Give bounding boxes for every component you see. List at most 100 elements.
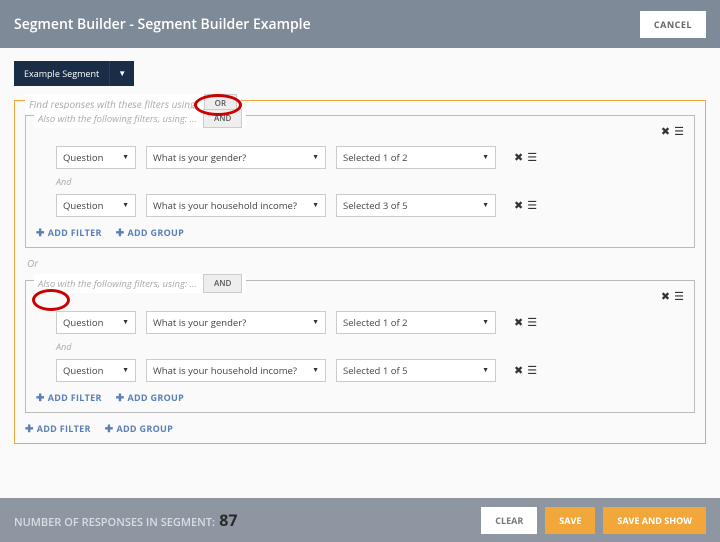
group-logic-toggle[interactable]: AND (203, 109, 242, 128)
cancel-button[interactable]: CANCEL (640, 11, 706, 38)
chevron-down-icon: ▼ (312, 201, 319, 210)
chevron-down-icon: ▼ (122, 318, 129, 327)
filter-value-text: Selected 1 of 2 (343, 151, 408, 164)
filter-question-value: What is your household income? (153, 199, 297, 212)
add-group-label: ADD GROUP (127, 391, 184, 404)
filter-value-text: Selected 3 of 5 (343, 199, 408, 212)
filter-value-select[interactable]: Selected 3 of 5▼ (336, 194, 496, 217)
chevron-down-icon: ▼ (482, 366, 489, 375)
group-controls: ✖ ☰ (661, 124, 684, 139)
chevron-down-icon: ▼ (312, 366, 319, 375)
footer: NUMBER OF RESPONSES IN SEGMENT: 87 CLEAR… (0, 498, 720, 542)
drag-row-icon[interactable]: ☰ (527, 363, 537, 378)
row-conjunction: And (56, 175, 684, 188)
filter-group: Also with the following filters, using: … (25, 280, 695, 413)
chevron-down-icon: ▼ (482, 153, 489, 162)
drag-group-icon[interactable]: ☰ (674, 124, 684, 139)
filter-question-value: What is your gender? (153, 316, 246, 329)
segment-bar: Example Segment ▼ (0, 48, 720, 94)
filter-question-select[interactable]: What is your gender? ▼ (146, 311, 326, 334)
chevron-down-icon: ▼ (122, 153, 129, 162)
add-group-link[interactable]: ✚ADD GROUP (116, 390, 184, 404)
drag-row-icon[interactable]: ☰ (527, 150, 537, 165)
row-controls: ✖ ☰ (514, 198, 537, 213)
footer-label: NUMBER OF RESPONSES IN SEGMENT: (14, 515, 215, 530)
plus-icon: ✚ (105, 421, 114, 435)
clear-button[interactable]: CLEAR (481, 507, 537, 534)
drag-row-icon[interactable]: ☰ (527, 315, 537, 330)
filter-question-select[interactable]: What is your household income? ▼ (146, 194, 326, 217)
filter-type-select[interactable]: Question ▼ (56, 359, 136, 382)
add-filter-link[interactable]: ✚ADD FILTER (25, 421, 91, 435)
add-filter-label: ADD FILTER (37, 422, 91, 435)
group-add-links: ✚ADD FILTER ✚ADD GROUP (36, 390, 684, 404)
chevron-down-icon: ▼ (312, 153, 319, 162)
header: Segment Builder - Segment Builder Exampl… (0, 0, 720, 48)
filter-row: Question ▼ What is your gender?▼ Selected… (56, 146, 684, 169)
plus-icon: ✚ (116, 390, 125, 404)
chevron-down-icon: ▼ (482, 318, 489, 327)
remove-group-icon[interactable]: ✖ (661, 289, 670, 304)
filter-type-value: Question (63, 316, 103, 329)
add-filter-link[interactable]: ✚ADD FILTER (36, 225, 102, 239)
filter-type-value: Question (63, 151, 103, 164)
add-filter-link[interactable]: ✚ADD FILTER (36, 390, 102, 404)
plus-icon: ✚ (36, 225, 45, 239)
add-group-label: ADD GROUP (127, 226, 184, 239)
filter-type-value: Question (63, 199, 103, 212)
segment-dropdown-caret[interactable]: ▼ (109, 61, 134, 86)
remove-row-icon[interactable]: ✖ (514, 150, 523, 165)
inner-legend-text: Also with the following filters, using: … (38, 112, 197, 125)
drag-row-icon[interactable]: ☰ (527, 198, 537, 213)
add-group-link[interactable]: ✚ADD GROUP (105, 421, 173, 435)
outer-filter-panel: Find responses with these filters using:… (14, 100, 706, 444)
add-filter-label: ADD FILTER (48, 391, 102, 404)
filter-row: Question ▼ What is your household income?… (56, 359, 684, 382)
filter-value-text: Selected 1 of 2 (343, 316, 408, 329)
filter-question-value: What is your household income? (153, 364, 297, 377)
remove-group-icon[interactable]: ✖ (661, 124, 670, 139)
drag-group-icon[interactable]: ☰ (674, 289, 684, 304)
inner-legend: Also with the following filters, using: … (34, 274, 246, 293)
inner-legend-text: Also with the following filters, using: … (38, 277, 197, 290)
save-button[interactable]: SAVE (545, 507, 595, 534)
filter-type-select[interactable]: Question ▼ (56, 311, 136, 334)
add-group-label: ADD GROUP (116, 422, 173, 435)
footer-count: 87 (219, 509, 237, 531)
group-logic-toggle[interactable]: AND (203, 274, 242, 293)
row-controls: ✖ ☰ (514, 363, 537, 378)
filter-question-select[interactable]: What is your household income? ▼ (146, 359, 326, 382)
filter-value-select[interactable]: Selected 1 of 5▼ (336, 359, 496, 382)
filter-group: Also with the following filters, using: … (25, 115, 695, 248)
filter-value-select[interactable]: Selected 1 of 2 ▼ (336, 311, 496, 334)
outer-add-links: ✚ADD FILTER ✚ADD GROUP (25, 421, 695, 435)
row-conjunction: And (56, 340, 684, 353)
filter-type-value: Question (63, 364, 103, 377)
remove-row-icon[interactable]: ✖ (514, 363, 523, 378)
footer-summary: NUMBER OF RESPONSES IN SEGMENT: 87 (14, 509, 237, 531)
filter-value-select[interactable]: Selected 1 of 2 ▼ (336, 146, 496, 169)
plus-icon: ✚ (36, 390, 45, 404)
filter-type-select[interactable]: Question ▼ (56, 194, 136, 217)
footer-buttons: CLEAR SAVE SAVE AND SHOW (481, 507, 706, 534)
chevron-down-icon: ▼ (312, 318, 319, 327)
filter-type-select[interactable]: Question ▼ (56, 146, 136, 169)
filter-row: Question ▼ What is your household income?… (56, 194, 684, 217)
group-add-links: ✚ADD FILTER ✚ADD GROUP (36, 225, 684, 239)
remove-row-icon[interactable]: ✖ (514, 198, 523, 213)
segment-name-button[interactable]: Example Segment (14, 61, 109, 86)
filter-question-select[interactable]: What is your gender?▼ (146, 146, 326, 169)
segment-picker: Example Segment ▼ (14, 61, 134, 86)
plus-icon: ✚ (25, 421, 34, 435)
chevron-down-icon: ▼ (122, 201, 129, 210)
chevron-down-icon: ▼ (122, 366, 129, 375)
group-conjunction: Or (27, 256, 695, 270)
page-title: Segment Builder - Segment Builder Exampl… (14, 15, 311, 34)
save-and-show-button[interactable]: SAVE AND SHOW (603, 507, 706, 534)
group-controls: ✖ ☰ (661, 289, 684, 304)
add-filter-label: ADD FILTER (48, 226, 102, 239)
add-group-link[interactable]: ✚ADD GROUP (116, 225, 184, 239)
filter-row: Question ▼ What is your gender? ▼ Selected… (56, 311, 684, 334)
remove-row-icon[interactable]: ✖ (514, 315, 523, 330)
plus-icon: ✚ (116, 225, 125, 239)
